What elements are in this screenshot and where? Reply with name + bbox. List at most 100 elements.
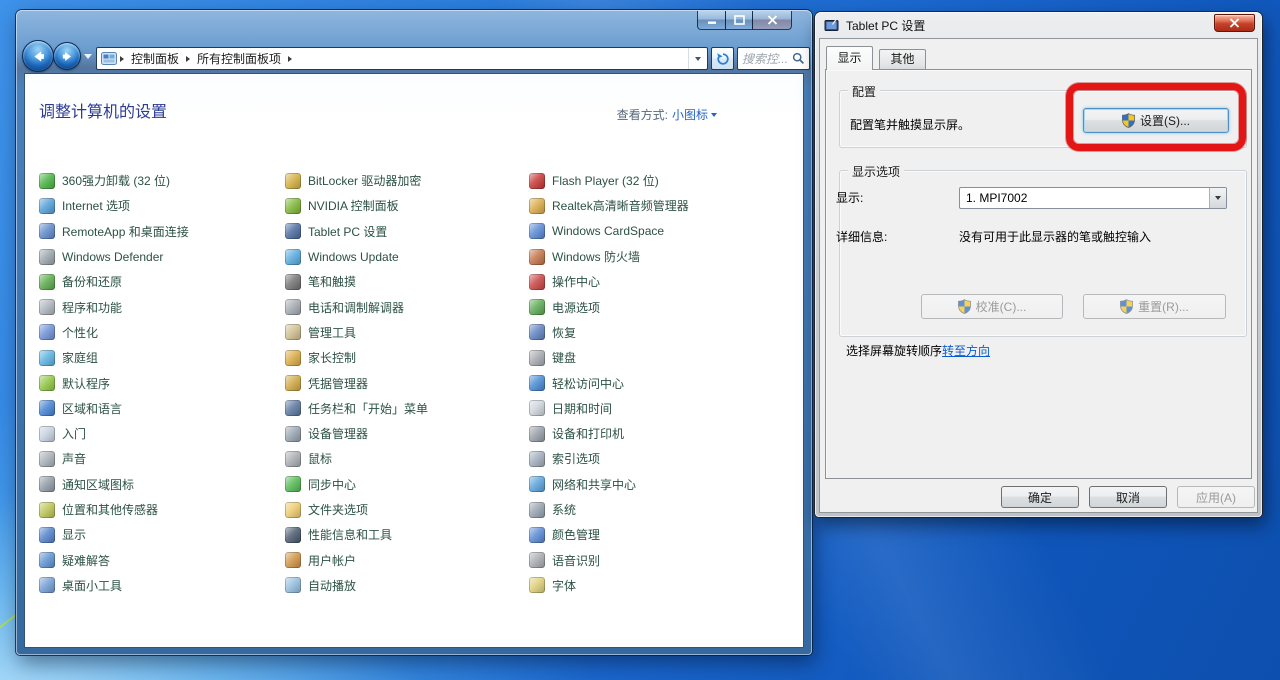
control-panel-item[interactable]: 电源选项 [529, 294, 771, 319]
control-panel-item[interactable]: 自动播放 [285, 573, 527, 598]
control-panel-item[interactable]: 位置和其他传感器 [39, 497, 281, 522]
details-label: 详细信息: [836, 228, 887, 245]
search-box[interactable] [737, 47, 810, 70]
control-panel-item-label: Realtek高清晰音频管理器 [552, 197, 689, 214]
backup-restore-icon [39, 274, 55, 290]
control-panel-item[interactable]: 桌面小工具 [39, 573, 281, 598]
control-panel-item[interactable]: BitLocker 驱动器加密 [285, 168, 527, 193]
control-panel-item[interactable]: 鼠标 [285, 446, 527, 471]
mouse-icon [285, 451, 301, 467]
control-panel-item[interactable]: 颜色管理 [529, 522, 771, 547]
reset-button-label: 重置(R)... [1138, 298, 1189, 315]
control-panel-item[interactable]: 凭据管理器 [285, 370, 527, 395]
admin-tools-icon [285, 324, 301, 340]
control-panel-item[interactable]: 网络和共享中心 [529, 472, 771, 497]
control-panel-item[interactable]: 轻松访问中心 [529, 370, 771, 395]
control-panel-item[interactable]: Windows Update [285, 244, 527, 269]
close-button[interactable] [752, 11, 792, 30]
dialog-titlebar[interactable]: Tablet PC 设置 [815, 12, 1262, 38]
control-panel-item[interactable]: Windows Defender [39, 244, 281, 269]
control-panel-item[interactable]: 入门 [39, 421, 281, 446]
control-panel-item[interactable]: 恢复 [529, 320, 771, 345]
control-panel-item[interactable]: 家长控制 [285, 345, 527, 370]
control-panel-item[interactable]: 语音识别 [529, 547, 771, 572]
nvidia-icon [285, 198, 301, 214]
combo-dropdown-button[interactable] [1209, 188, 1226, 208]
control-panel-item-label: Windows 防火墙 [552, 248, 640, 265]
display-select[interactable]: 1. MPI7002 [959, 187, 1227, 209]
back-button[interactable] [22, 40, 54, 72]
control-panel-item[interactable]: 备份和还原 [39, 269, 281, 294]
troubleshooting-icon [39, 552, 55, 568]
control-panel-item[interactable]: Windows 防火墙 [529, 244, 771, 269]
control-panel-item[interactable]: 操作中心 [529, 269, 771, 294]
view-by-dropdown[interactable]: 小图标 [672, 106, 717, 123]
control-panel-item[interactable]: 笔和触摸 [285, 269, 527, 294]
address-bar[interactable]: 控制面板 所有控制面板项 [96, 47, 708, 70]
control-panel-item[interactable]: 系统 [529, 497, 771, 522]
breadcrumb-all-items[interactable]: 所有控制面板项 [193, 50, 285, 67]
control-panel-item[interactable]: 默认程序 [39, 370, 281, 395]
tablet-pc-icon [824, 17, 840, 33]
control-panel-item[interactable]: 通知区域图标 [39, 472, 281, 497]
breadcrumb-control-panel[interactable]: 控制面板 [127, 50, 183, 67]
control-panel-item[interactable]: 家庭组 [39, 345, 281, 370]
cancel-button[interactable]: 取消 [1089, 486, 1167, 508]
recovery-icon [529, 324, 545, 340]
control-panel-item[interactable]: 设备管理器 [285, 421, 527, 446]
go-to-orientation-link[interactable]: 转至方向 [942, 344, 990, 358]
control-panel-item[interactable]: Flash Player (32 位) [529, 168, 771, 193]
control-panel-item[interactable]: 性能信息和工具 [285, 522, 527, 547]
control-panel-item[interactable]: 电话和调制解调器 [285, 294, 527, 319]
control-panel-item[interactable]: 程序和功能 [39, 294, 281, 319]
control-panel-item[interactable]: 360强力卸载 (32 位) [39, 168, 281, 193]
maximize-button[interactable] [725, 11, 753, 30]
control-panel-item[interactable]: 声音 [39, 446, 281, 471]
forward-button[interactable] [53, 42, 81, 70]
control-panel-item[interactable]: RemoteApp 和桌面连接 [39, 219, 281, 244]
control-panel-item[interactable]: 显示 [39, 522, 281, 547]
control-panel-item[interactable]: 任务栏和「开始」菜单 [285, 396, 527, 421]
chevron-down-icon [1215, 196, 1221, 200]
control-panel-item-label: 轻松访问中心 [552, 375, 624, 392]
autoplay-icon [285, 577, 301, 593]
control-panel-item[interactable]: 键盘 [529, 345, 771, 370]
sync-center-icon [285, 476, 301, 492]
control-panel-item[interactable]: 个性化 [39, 320, 281, 345]
control-panel-item[interactable]: 日期和时间 [529, 396, 771, 421]
control-panel-item[interactable]: Windows CardSpace [529, 219, 771, 244]
control-panel-item[interactable]: 文件夹选项 [285, 497, 527, 522]
control-panel-item[interactable]: Realtek高清晰音频管理器 [529, 193, 771, 218]
control-panel-item-label: 设备和打印机 [552, 425, 624, 442]
reset-button[interactable]: 重置(R)... [1083, 294, 1226, 319]
settings-button[interactable]: 设置(S)... [1083, 108, 1229, 133]
control-panel-item[interactable]: 同步中心 [285, 472, 527, 497]
control-panel-item[interactable]: 索引选项 [529, 446, 771, 471]
tab-display[interactable]: 显示 [826, 46, 873, 70]
windows-update-icon [285, 249, 301, 265]
ok-button[interactable]: 确定 [1001, 486, 1079, 508]
control-panel-item[interactable]: 疑难解答 [39, 547, 281, 572]
control-panel-item[interactable]: 管理工具 [285, 320, 527, 345]
control-panel-item[interactable]: 字体 [529, 573, 771, 598]
control-panel-item[interactable]: 设备和打印机 [529, 421, 771, 446]
dialog-close-button[interactable] [1214, 14, 1255, 32]
calibrate-button[interactable]: 校准(C)... [921, 294, 1063, 319]
control-panel-item[interactable]: 区域和语言 [39, 396, 281, 421]
windows-defender-icon [39, 249, 55, 265]
display-label: 显示: [836, 187, 863, 209]
address-dropdown-button[interactable] [688, 48, 707, 69]
tab-other[interactable]: 其他 [879, 49, 926, 70]
recent-pages-dropdown[interactable] [84, 54, 92, 59]
minimize-button[interactable] [697, 11, 726, 30]
apply-button[interactable]: 应用(A) [1177, 486, 1255, 508]
control-panel-item[interactable]: NVIDIA 控制面板 [285, 193, 527, 218]
window-titlebar[interactable] [16, 10, 812, 44]
control-panel-item[interactable]: Internet 选项 [39, 193, 281, 218]
search-input[interactable] [742, 52, 788, 66]
user-accounts-icon [285, 552, 301, 568]
refresh-button[interactable] [711, 47, 734, 70]
control-panel-column-3: Flash Player (32 位) Realtek高清晰音频管理器 Window… [529, 168, 771, 598]
control-panel-item[interactable]: Tablet PC 设置 [285, 219, 527, 244]
control-panel-item[interactable]: 用户帐户 [285, 547, 527, 572]
